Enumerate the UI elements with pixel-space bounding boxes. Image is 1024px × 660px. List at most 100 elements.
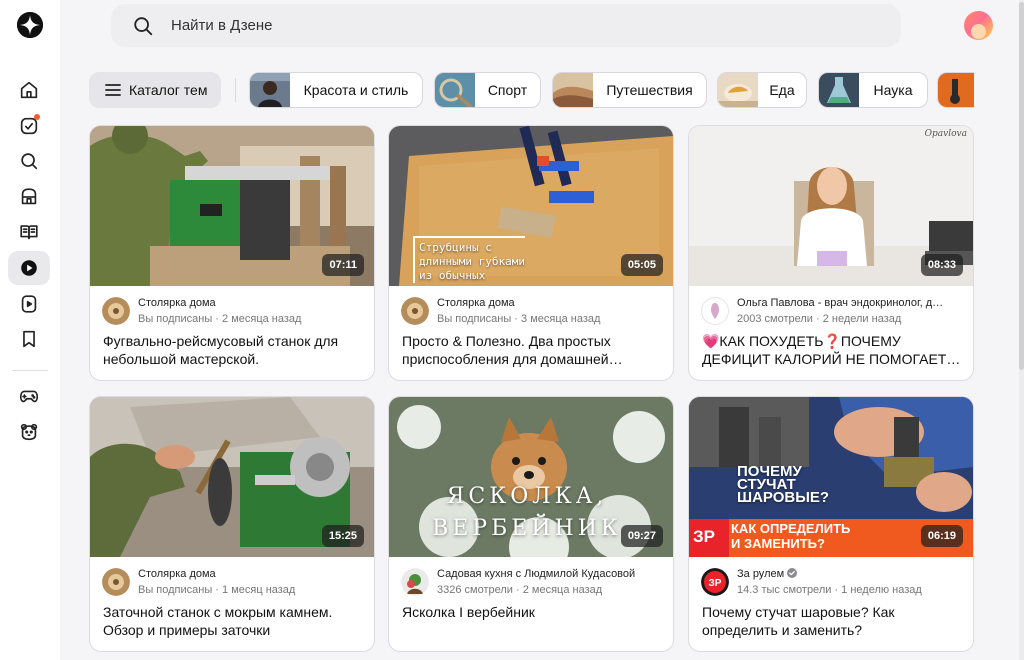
topic-chip-travel[interactable]: Путешествия bbox=[552, 72, 707, 108]
topic-chip-food[interactable]: Еда bbox=[717, 72, 807, 108]
video-duration: 15:25 bbox=[321, 525, 364, 547]
topic-chip-beauty[interactable]: Красота и стиль bbox=[249, 72, 423, 108]
search-bar[interactable] bbox=[111, 4, 901, 47]
articles-icon[interactable] bbox=[8, 215, 50, 249]
video-thumbnail[interactable]: 15:25 bbox=[90, 397, 374, 557]
channel-avatar[interactable] bbox=[102, 297, 130, 325]
topic-thumbnail bbox=[435, 73, 475, 107]
notification-badge bbox=[34, 114, 40, 120]
video-title[interactable]: Фугвально-рейсмусовый станок для небольш… bbox=[103, 332, 365, 368]
video-title[interactable]: Заточной станок с мокрым камнем. Обзор и… bbox=[103, 603, 365, 639]
video-title[interactable]: Просто & Полезно. Два простых приспособл… bbox=[402, 332, 664, 368]
video-meta: 3326 смотрели · 2 месяца назад bbox=[437, 584, 603, 596]
thumbnail-watermark: Opavlova bbox=[924, 129, 967, 139]
channel-avatar[interactable]: ЗР bbox=[701, 568, 729, 596]
svg-text:ЗР: ЗР bbox=[709, 578, 722, 589]
channel-avatar[interactable] bbox=[401, 568, 429, 596]
caption-line: ВЕРБЕЙНИК bbox=[432, 516, 622, 541]
verified-icon bbox=[787, 568, 798, 578]
search-input[interactable] bbox=[171, 17, 771, 34]
thumbnail-caption: ЯСКОЛКА, ВЕРБЕЙНИК bbox=[417, 481, 637, 545]
topics-divider bbox=[235, 78, 236, 102]
video-meta: Вы подписаны · 2 месяца назад bbox=[138, 313, 302, 325]
video-title[interactable]: 💗КАК ПОХУДЕТЬ❓ПОЧЕМУ ДЕФИЦИТ КАЛОРИЙ НЕ … bbox=[702, 332, 964, 368]
thumbnail-badge: ЗР bbox=[693, 527, 715, 546]
video-duration: 07:11 bbox=[322, 254, 364, 276]
video-card[interactable]: Струбцины с длинными губками из обычных … bbox=[388, 125, 674, 381]
video-duration: 06:19 bbox=[920, 525, 963, 547]
scrollbar-thumb[interactable] bbox=[1019, 2, 1024, 370]
topic-label: Путешествия bbox=[606, 82, 693, 98]
topic-thumbnail bbox=[938, 73, 974, 107]
thumbnail-caption: Струбцины с длинными губками из обычных bbox=[413, 236, 525, 283]
video-thumbnail[interactable]: Струбцины с длинными губками из обычных … bbox=[389, 126, 673, 286]
topic-label: Еда bbox=[769, 82, 795, 98]
subscriptions-icon[interactable] bbox=[8, 109, 50, 143]
video-duration: 09:27 bbox=[620, 525, 663, 547]
video-title[interactable]: Ясколка I вербейник bbox=[402, 603, 664, 621]
topic-chip-partial[interactable] bbox=[937, 72, 974, 108]
menu-icon bbox=[105, 84, 121, 96]
caption-line: длинными губками bbox=[419, 255, 525, 268]
caption-line: из обычных bbox=[419, 269, 486, 282]
shorts-icon[interactable] bbox=[8, 287, 50, 321]
caption-line: ЯСКОЛКА, bbox=[446, 484, 608, 509]
topic-label: Наука bbox=[873, 82, 913, 98]
channel-name[interactable]: Ольга Павлова - врач эндокринолог, д… bbox=[737, 297, 965, 309]
caption-line: И ЗАМЕНИТЬ? bbox=[731, 536, 825, 551]
video-thumbnail[interactable]: 07:11 bbox=[90, 126, 374, 286]
video-meta: Вы подписаны · 1 месяц назад bbox=[138, 584, 296, 596]
video-thumbnail[interactable]: Opavlova 08:33 bbox=[689, 126, 973, 286]
topic-chip-science[interactable]: Наука bbox=[818, 72, 928, 108]
sidebar-divider bbox=[12, 370, 48, 371]
catalog-button[interactable]: Каталог тем bbox=[89, 72, 221, 108]
caption-line: КАК ОПРЕДЕЛИТЬ bbox=[731, 521, 851, 536]
video-thumbnail[interactable]: ПОЧЕМУ СТУЧАТ ШАРОВЫЕ? ЗР КАК ОПРЕДЕЛИТЬ… bbox=[689, 397, 973, 557]
topic-label: Красота и стиль bbox=[303, 82, 409, 98]
channel-name[interactable]: За рулем bbox=[737, 568, 965, 580]
channel-name[interactable]: Садовая кухня с Людмилой Кудасовой bbox=[437, 568, 665, 580]
caption-line: ШАРОВЫЕ? bbox=[737, 489, 830, 506]
search-icon bbox=[134, 16, 153, 35]
catalog-label: Каталог тем bbox=[129, 82, 208, 98]
caption-line: Струбцины с bbox=[419, 241, 492, 254]
video-card[interactable]: 07:11 Столярка дома Вы подписаны · 2 мес… bbox=[89, 125, 375, 381]
topic-thumbnail bbox=[553, 73, 593, 107]
video-card[interactable]: ЯСКОЛКА, ВЕРБЕЙНИК 09:27 Садовая кухня с… bbox=[388, 396, 674, 652]
home-icon[interactable] bbox=[8, 73, 50, 107]
video-meta: Вы подписаны · 3 месяца назад bbox=[437, 313, 601, 325]
zen-video-page: Каталог тем Красота и стиль Спорт Путеше… bbox=[0, 0, 1024, 660]
video-icon[interactable] bbox=[8, 251, 50, 285]
topic-thumbnail bbox=[718, 73, 758, 107]
thumbnail-caption: КАК ОПРЕДЕЛИТЬ И ЗАМЕНИТЬ? bbox=[731, 521, 850, 551]
zen-logo-icon[interactable] bbox=[17, 12, 43, 38]
video-card[interactable]: 15:25 Столярка дома Вы подписаны · 1 мес… bbox=[89, 396, 375, 652]
thumbnail-caption: ПОЧЕМУ СТУЧАТ ШАРОВЫЕ? bbox=[737, 464, 830, 506]
user-avatar[interactable] bbox=[964, 11, 993, 40]
search-icon[interactable] bbox=[8, 144, 50, 178]
channel-avatar[interactable] bbox=[102, 568, 130, 596]
video-card[interactable]: Opavlova 08:33 Ольга Павлова - врач эндо… bbox=[688, 125, 974, 381]
video-card[interactable]: ПОЧЕМУ СТУЧАТ ШАРОВЫЕ? ЗР КАК ОПРЕДЕЛИТЬ… bbox=[688, 396, 974, 652]
channel-avatar[interactable] bbox=[401, 297, 429, 325]
video-title[interactable]: Почему стучат шаровые? Как определить и … bbox=[702, 603, 964, 639]
bookmark-icon[interactable] bbox=[8, 322, 50, 356]
left-sidebar bbox=[0, 0, 60, 660]
video-duration: 08:33 bbox=[920, 254, 963, 276]
games-store-icon[interactable] bbox=[8, 180, 50, 214]
gamepad-icon[interactable] bbox=[8, 379, 50, 413]
channel-avatar[interactable] bbox=[701, 297, 729, 325]
video-duration: 05:05 bbox=[620, 254, 663, 276]
channel-name[interactable]: Столярка дома bbox=[138, 297, 366, 309]
topic-chip-sport[interactable]: Спорт bbox=[434, 72, 541, 108]
video-thumbnail[interactable]: ЯСКОЛКА, ВЕРБЕЙНИК 09:27 bbox=[389, 397, 673, 557]
channel-name[interactable]: Столярка дома bbox=[138, 568, 366, 580]
topic-thumbnail bbox=[250, 73, 290, 107]
video-meta: 2003 смотрели · 2 недели назад bbox=[737, 313, 902, 325]
channel-name-text: За рулем bbox=[737, 568, 785, 580]
video-meta: 14.3 тыс смотрели · 1 неделю назад bbox=[737, 584, 922, 596]
kids-bear-icon[interactable] bbox=[8, 415, 50, 449]
channel-name[interactable]: Столярка дома bbox=[437, 297, 665, 309]
topic-label: Спорт bbox=[487, 82, 528, 98]
topic-thumbnail bbox=[819, 73, 859, 107]
